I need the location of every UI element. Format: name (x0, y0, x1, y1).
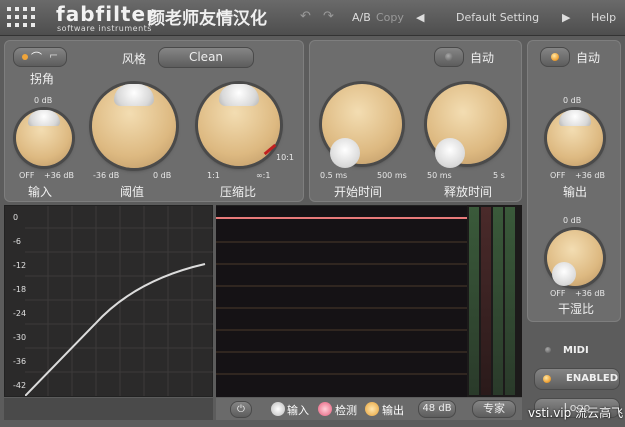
auto-gain-led (551, 53, 559, 61)
style-dropdown[interactable]: Clean (158, 47, 254, 68)
auto-gain-label: 自动 (576, 51, 601, 65)
ratio-max-tick: ∞:1 (256, 171, 271, 180)
power-icon[interactable]: ⏻ (230, 401, 252, 418)
release-label: 释放时间 (444, 185, 493, 199)
drywet-min-tick: OFF (550, 289, 566, 298)
midi-led (545, 347, 551, 353)
detect-display-label: 检测 (335, 404, 357, 417)
attack-label: 开始时间 (334, 185, 383, 199)
auto-release-led (445, 53, 453, 61)
attack-max-tick: 500 ms (377, 171, 407, 180)
ratio-label: 压缩比 (220, 185, 257, 199)
output-top-tick: 0 dB (563, 96, 582, 105)
hard-knee-icon: ⌐ (49, 49, 59, 62)
drywet-label: 干湿比 (558, 302, 595, 316)
knee-label: 拐角 (29, 72, 54, 86)
transfer-grid (25, 206, 213, 396)
watermark: vsti.vip 流云高飞 (528, 406, 624, 420)
top-bar: fabfilter software instruments 颜老师友情汉化 ↶… (0, 0, 625, 36)
ratio-value: 10:1 (276, 153, 294, 162)
range-dropdown[interactable]: 48 dB (418, 400, 456, 418)
input-display-icon[interactable] (271, 402, 285, 416)
input-max-tick: +36 dB (44, 171, 74, 180)
graph-footer (4, 398, 213, 420)
graph-y-label: -6 (13, 237, 21, 246)
help-button[interactable]: Help (591, 11, 616, 24)
release-min-tick: 50 ms (427, 171, 452, 180)
output-max-tick: +36 dB (575, 171, 605, 180)
threshold-max-tick: 0 dB (153, 171, 172, 180)
knee-led (22, 54, 28, 60)
input-min-tick: OFF (19, 171, 35, 180)
level-meters (467, 205, 522, 397)
graph-y-label: 0 (13, 213, 19, 222)
auto-release-toggle[interactable] (434, 47, 464, 67)
copy-button[interactable]: Copy (376, 11, 404, 24)
attack-min-tick: 0.5 ms (320, 171, 348, 180)
attack-knob-indicator (330, 138, 360, 168)
enabled-led (543, 375, 551, 383)
transfer-curve-graph[interactable]: 0 -6 -12 -18 -24 -30 -36 -42 (4, 205, 213, 397)
undo-icon[interactable]: ↶ (300, 9, 311, 24)
drywet-knob-indicator (552, 262, 576, 286)
scope-grid (216, 217, 467, 375)
redo-icon[interactable]: ↷ (323, 9, 334, 24)
transfer-curve (25, 263, 206, 396)
output-min-tick: OFF (550, 171, 566, 180)
drywet-top-tick: 0 dB (563, 216, 582, 225)
midi-button[interactable]: MIDI (563, 345, 589, 356)
threshold-label: 阈值 (120, 185, 145, 199)
enabled-label: ENABLED (566, 373, 619, 384)
detect-display-icon[interactable] (318, 402, 332, 416)
style-label: 风格 (122, 52, 147, 66)
preset-next-icon[interactable]: ▶ (562, 11, 570, 24)
graph-y-label: -24 (13, 309, 27, 318)
output-display-label: 输出 (382, 404, 404, 417)
translator-credit: 颜老师友情汉化 (148, 9, 267, 29)
output-label: 输出 (563, 185, 588, 199)
ratio-min-tick: 1:1 (207, 171, 220, 180)
threshold-knob-indicator (114, 84, 154, 106)
meter-bar (469, 207, 479, 395)
ab-button[interactable]: A/B (352, 11, 371, 24)
release-knob-indicator (435, 138, 465, 168)
input-label: 输入 (28, 185, 53, 199)
meter-bar (505, 207, 515, 395)
release-max-tick: 5 s (493, 171, 505, 180)
auto-release-label: 自动 (470, 51, 495, 65)
brand-subtitle: software instruments (57, 24, 152, 33)
graph-y-label: -30 (13, 333, 27, 342)
output-knob-indicator (559, 110, 591, 126)
auto-gain-toggle[interactable] (540, 47, 570, 67)
meter-bar (481, 207, 491, 395)
threshold-min-tick: -36 dB (93, 171, 120, 180)
level-scope (216, 205, 467, 397)
meter-bar (493, 207, 503, 395)
output-display-icon[interactable] (365, 402, 379, 416)
preset-prev-icon[interactable]: ◀ (416, 11, 424, 24)
preset-name[interactable]: Default Setting (456, 11, 539, 24)
input-top-tick: 0 dB (34, 96, 53, 105)
expert-button[interactable]: 专家 (472, 400, 516, 418)
graph-y-label: -12 (13, 261, 27, 270)
brand-name: fabfilter (56, 2, 157, 26)
ratio-knob-indicator (219, 84, 259, 106)
graph-y-label: -36 (13, 357, 27, 366)
input-display-label: 输入 (287, 404, 309, 417)
input-knob-indicator (28, 110, 60, 126)
soft-knee-icon: ⌒ (31, 51, 42, 64)
graph-y-label: -18 (13, 285, 27, 294)
graph-y-label: -42 (13, 381, 27, 390)
drywet-max-tick: +36 dB (575, 289, 605, 298)
fabfilter-logo-icon (7, 7, 35, 27)
knee-button[interactable]: ⌒ ⌐ (13, 47, 67, 67)
